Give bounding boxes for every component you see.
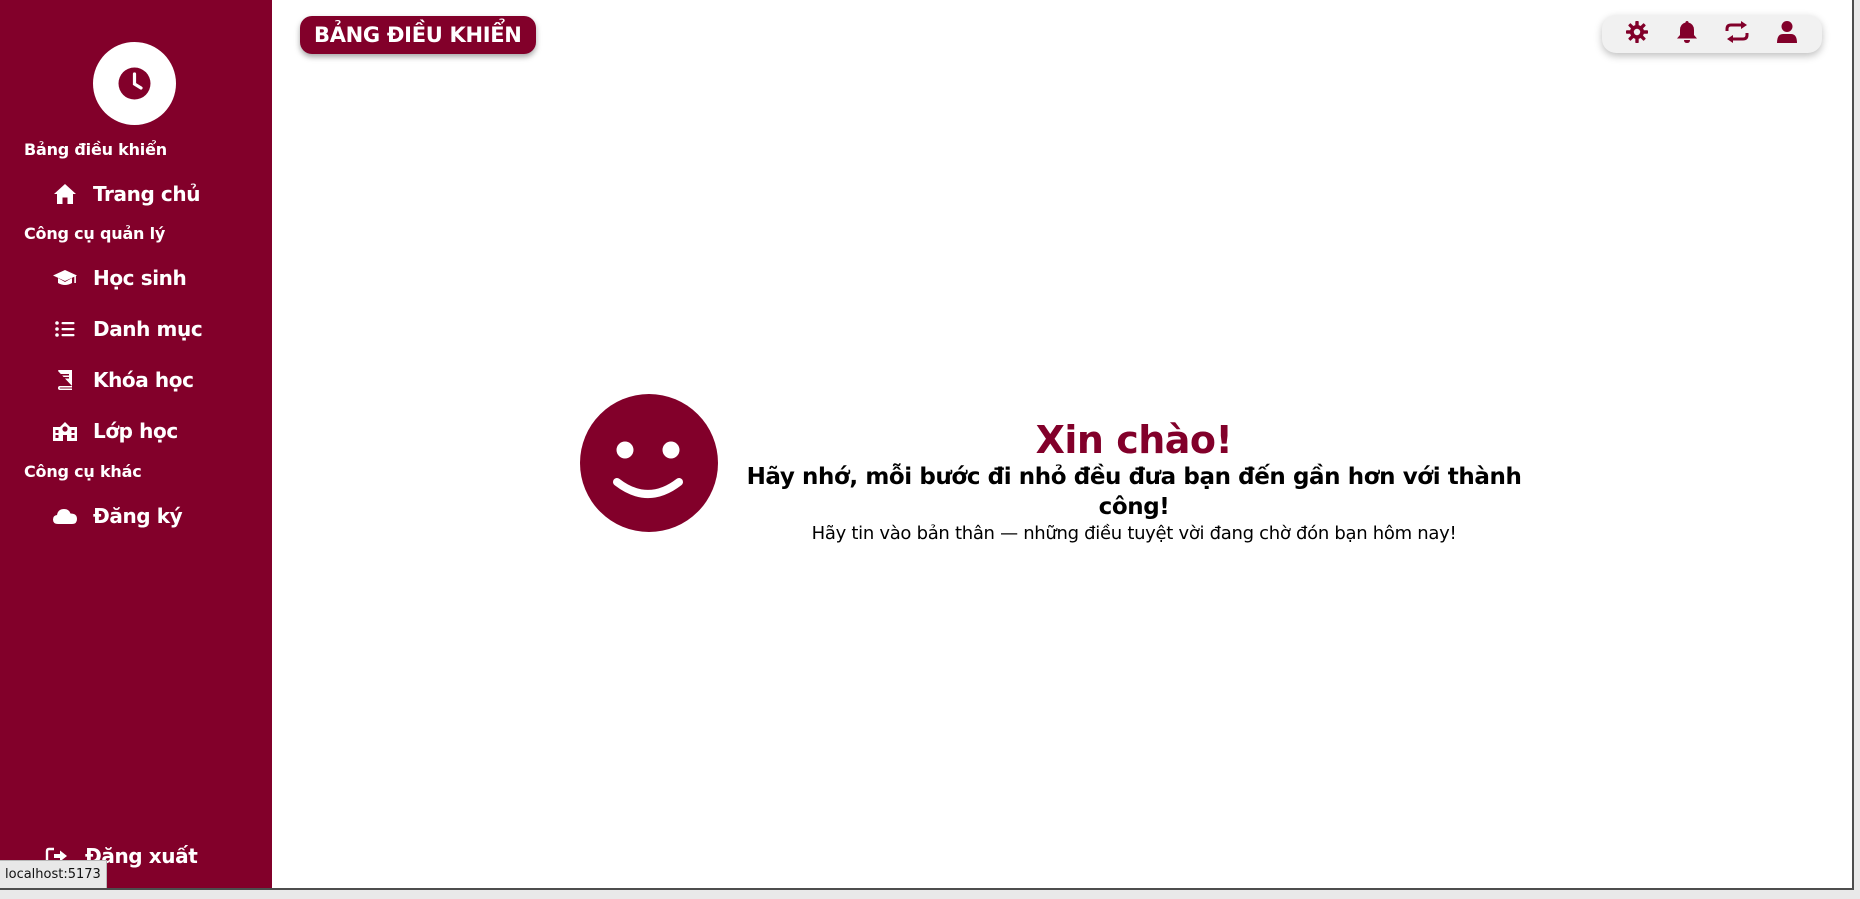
sidebar-item-students[interactable]: Học sinh — [40, 260, 250, 296]
page-title: BẢNG ĐIỀU KHIỂN — [300, 16, 536, 54]
sidebar-item-label: Khóa học — [93, 368, 194, 392]
motivation-submessage: Hãy tin vào bản thân — những điều tuyệt … — [811, 523, 1457, 544]
settings-icon — [1625, 20, 1649, 48]
motivation-message: Hãy nhớ, mỗi bước đi nhỏ đều đưa bạn đến… — [746, 464, 1522, 520]
status-url-tooltip: localhost:5173 — [0, 860, 107, 888]
section-title-management: Công cụ quản lý — [24, 224, 166, 243]
sidebar-item-label: Danh mục — [93, 317, 203, 341]
sidebar-item-home[interactable]: Trang chủ — [40, 176, 250, 212]
cloud-icon — [52, 503, 78, 529]
user-icon — [1776, 20, 1798, 48]
section-title-other: Công cụ khác — [24, 462, 142, 481]
sidebar-item-label: Học sinh — [93, 266, 187, 290]
greeting-title: Xin chào! — [1035, 418, 1233, 462]
refresh-icon — [1724, 20, 1750, 48]
welcome-panel: Xin chào! Hãy nhớ, mỗi bước đi nhỏ đều đ… — [580, 394, 1560, 544]
sidebar-item-register[interactable]: Đăng ký — [40, 498, 250, 534]
settings-button[interactable] — [1619, 18, 1655, 50]
bell-icon — [1676, 20, 1698, 48]
graduation-cap-icon — [52, 265, 78, 291]
list-icon — [52, 316, 78, 342]
welcome-text: Xin chào! Hãy nhớ, mỗi bước đi nhỏ đều đ… — [728, 418, 1540, 546]
smiley-icon — [580, 394, 718, 532]
section-title-dashboard: Bảng điều khiển — [24, 140, 167, 159]
app-logo — [93, 42, 176, 125]
sidebar-item-courses[interactable]: Khóa học — [40, 362, 250, 398]
refresh-button[interactable] — [1719, 18, 1755, 50]
header-toolbar — [1602, 15, 1822, 53]
sidebar-item-label: Đăng ký — [93, 504, 183, 528]
book-icon — [52, 367, 78, 393]
school-icon — [52, 418, 78, 444]
home-icon — [52, 181, 78, 207]
sidebar-item-categories[interactable]: Danh mục — [40, 311, 250, 347]
sidebar: Bảng điều khiển Trang chủ Công cụ quản l… — [0, 0, 272, 888]
app-viewport: Bảng điều khiển Trang chủ Công cụ quản l… — [0, 0, 1854, 890]
sidebar-item-label: Lớp học — [93, 419, 178, 443]
notifications-button[interactable] — [1669, 18, 1705, 50]
sidebar-item-label: Trang chủ — [93, 182, 201, 206]
sidebar-item-classes[interactable]: Lớp học — [40, 413, 250, 449]
profile-button[interactable] — [1769, 18, 1805, 50]
